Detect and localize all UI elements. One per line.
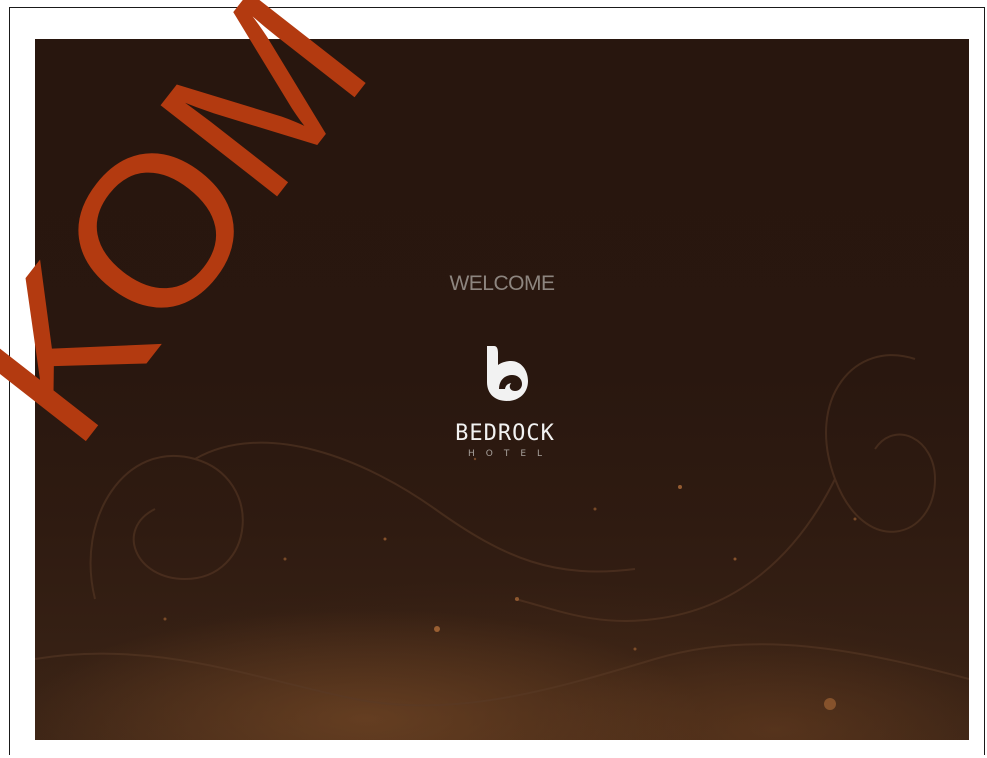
swirl-bottom	[35, 643, 969, 707]
sparkle	[515, 597, 519, 601]
welcome-heading: WELCOME	[449, 272, 555, 295]
sparkle	[824, 698, 836, 710]
swirl-left	[89, 454, 244, 600]
swirl-right-tail	[514, 478, 836, 622]
hotel-welcome-screen: WELCOME BEDROCK HOTEL	[35, 39, 969, 740]
swirl-right	[825, 354, 937, 533]
bedrock-hotel-logo: BEDROCK HOTEL	[430, 344, 580, 468]
sparkle	[383, 537, 387, 541]
sparkle	[593, 507, 597, 511]
sparkle	[733, 557, 737, 561]
logo-brand-name: BEDROCK	[455, 421, 555, 446]
bedrock-b-logo-icon	[487, 346, 528, 401]
sparkle	[853, 517, 857, 521]
sparkle	[633, 647, 637, 651]
sparkle	[163, 617, 167, 621]
sparkle	[434, 626, 440, 632]
sparkle	[678, 485, 682, 489]
sparkle	[283, 557, 287, 561]
logo-subtitle: HOTEL	[467, 449, 554, 459]
